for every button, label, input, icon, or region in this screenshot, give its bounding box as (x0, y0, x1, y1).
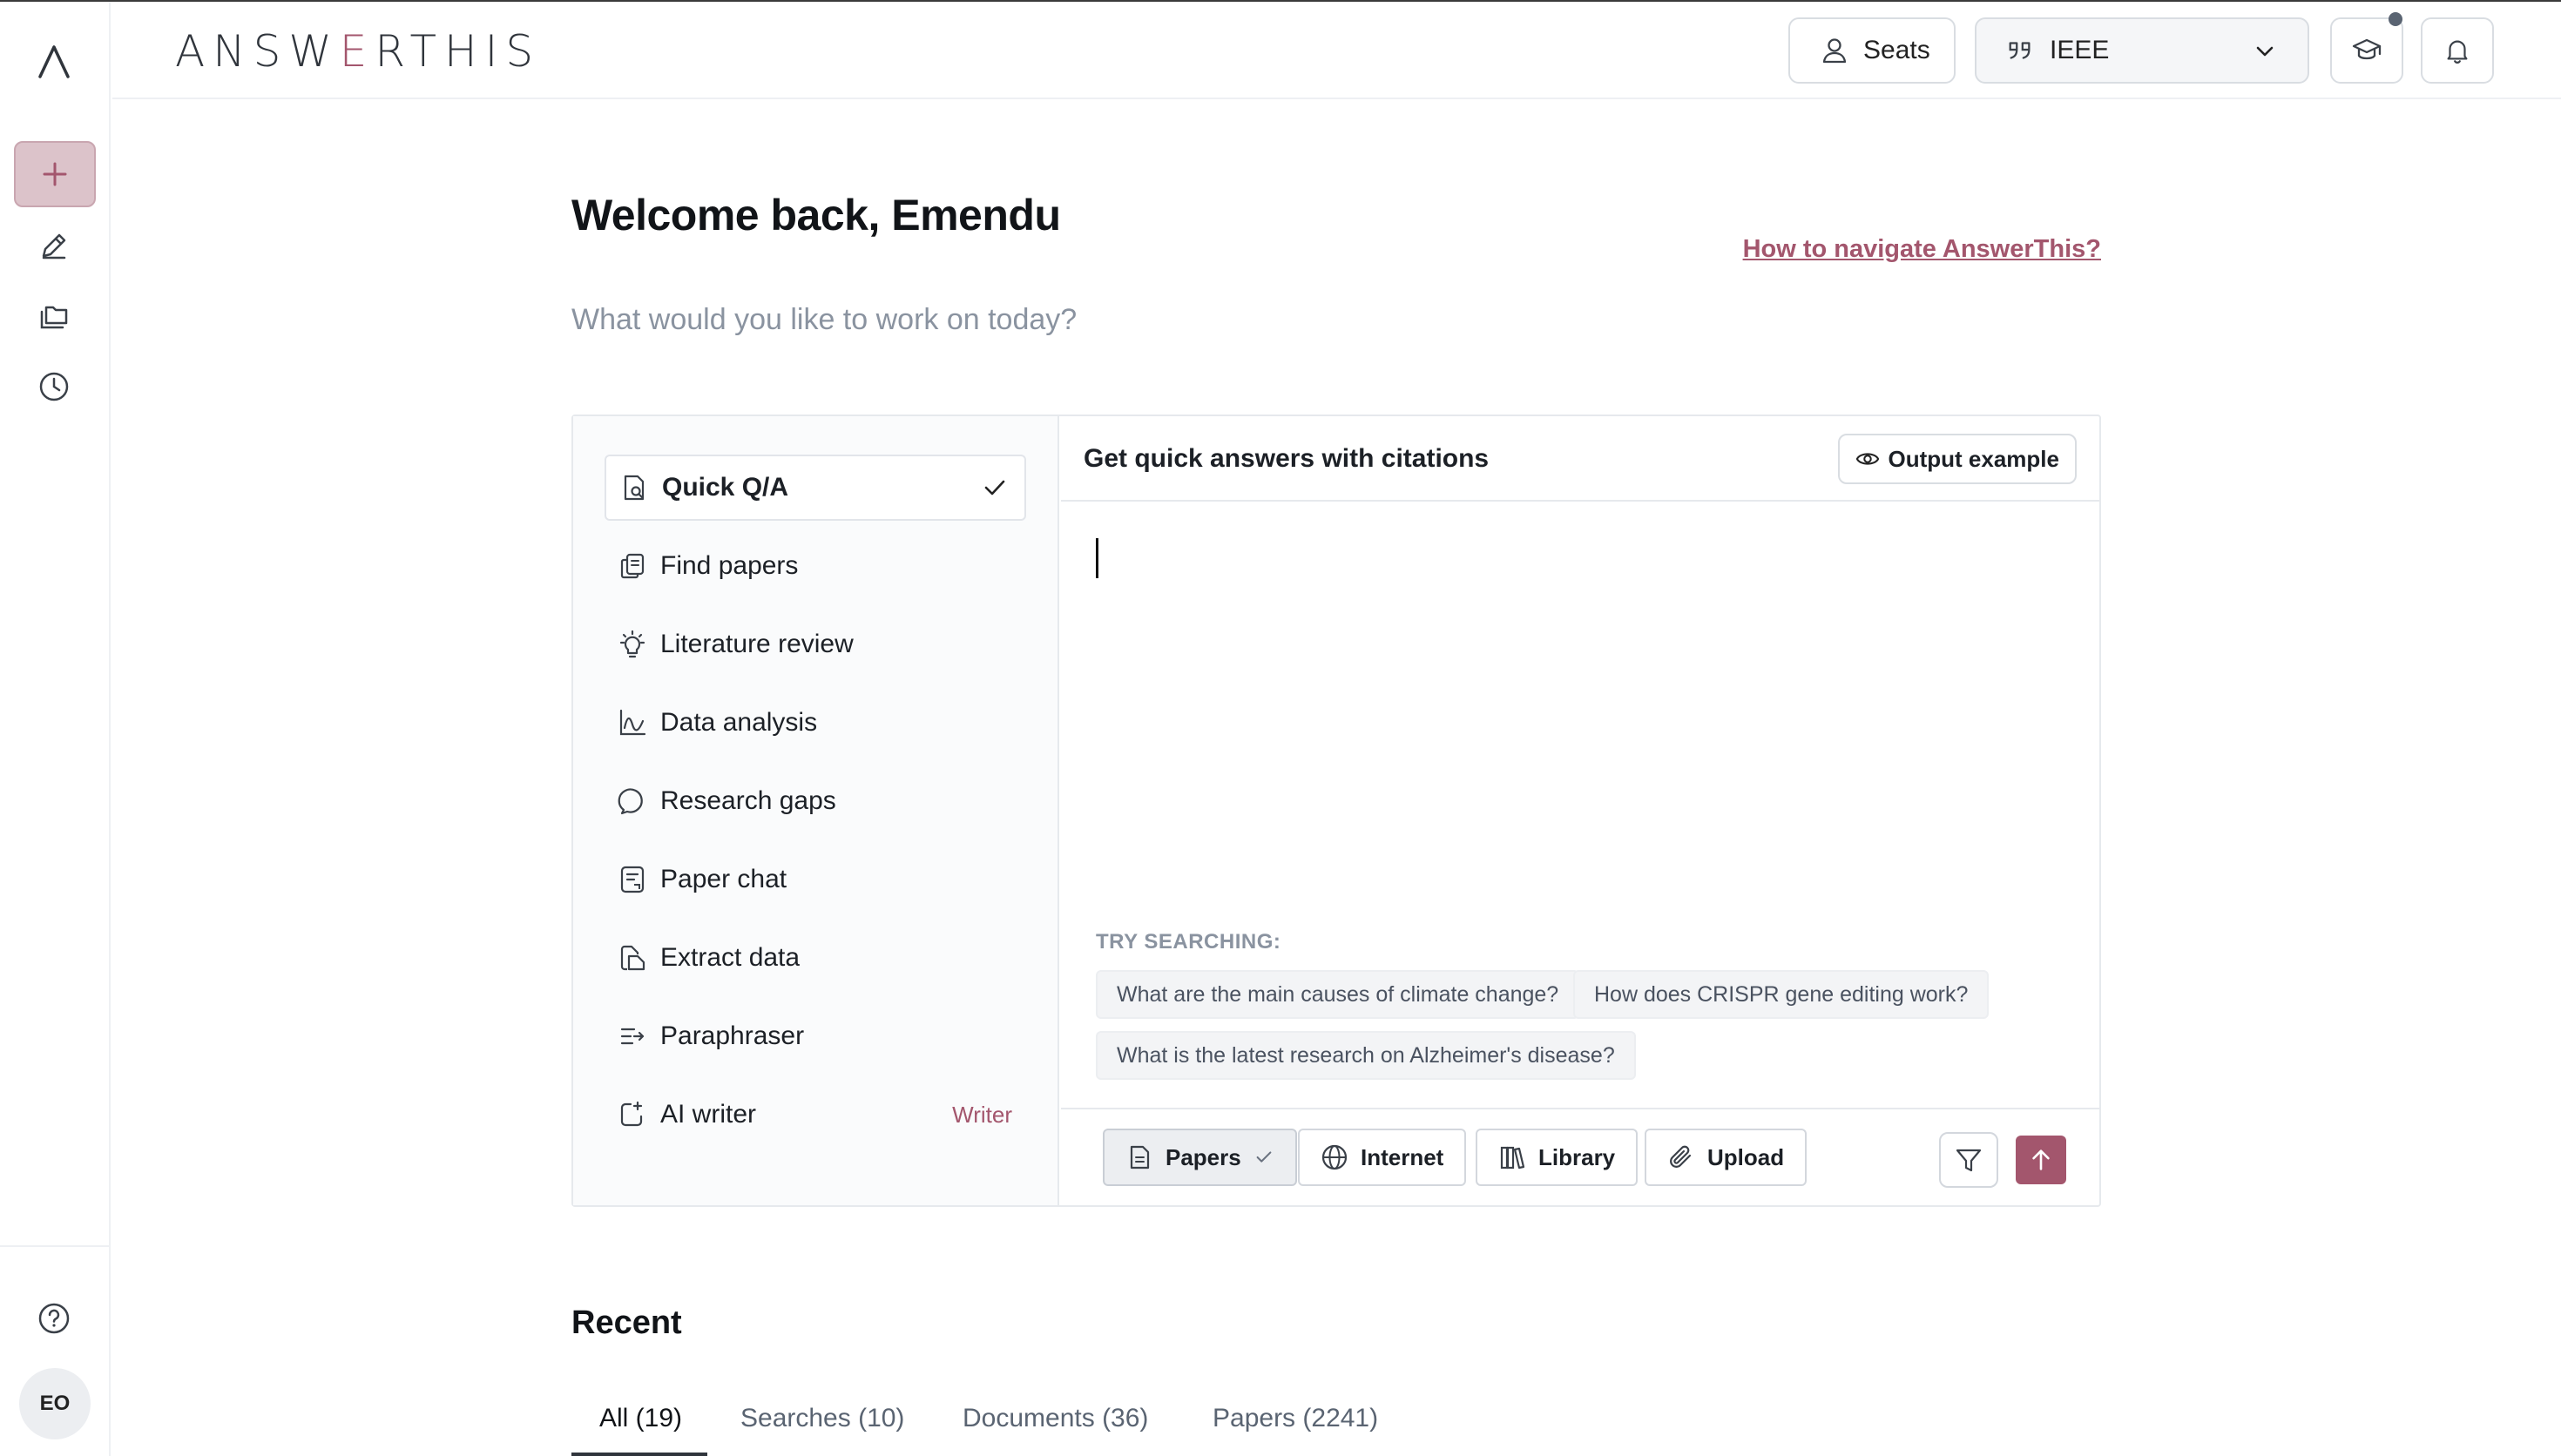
menu-item-label: Find papers (660, 551, 799, 580)
query-panel: Get quick answers with citations Output … (1061, 416, 2099, 1205)
menu-item-paper-chat[interactable]: Paper chat (605, 846, 1026, 913)
lightbulb-icon (619, 630, 645, 658)
top-header: ANSWERTHIS Seats IEEE (112, 2, 2561, 99)
avatar[interactable]: EO (19, 1368, 91, 1439)
panel-title: Get quick answers with citations (1084, 444, 1490, 473)
source-papers-toggle[interactable]: Papers (1103, 1129, 1297, 1186)
source-toolbar: Papers Internet Library Upload (1061, 1108, 2099, 1205)
source-label: Papers (1166, 1143, 1241, 1170)
output-example-label: Output example (1888, 445, 2059, 472)
filter-icon (1956, 1149, 1982, 1172)
menu-item-label: AI writer (660, 1100, 757, 1129)
library-icon (1500, 1146, 1525, 1170)
check-icon (1256, 1151, 1272, 1163)
menu-item-label: Quick Q/A (662, 473, 789, 502)
submit-button[interactable] (2016, 1136, 2066, 1184)
globe-icon (1321, 1144, 1348, 1170)
brand-prefix: ANSW (175, 26, 340, 77)
source-label: Internet (1361, 1143, 1444, 1170)
menu-item-label: Extract data (660, 943, 801, 972)
writer-tag: Writer (952, 1101, 1012, 1128)
recent-heading: Recent (571, 1304, 682, 1341)
user-icon (1822, 38, 1847, 64)
menu-item-find-papers[interactable]: Find papers (605, 533, 1026, 599)
menu-item-ai-writer[interactable]: AI writer Writer (605, 1082, 1026, 1148)
menu-item-label: Paper chat (660, 865, 787, 893)
tab-all[interactable]: All (19) (599, 1404, 682, 1433)
help-icon[interactable] (35, 1299, 73, 1338)
panel-header: Get quick answers with citations Output … (1061, 416, 2099, 502)
source-internet-toggle[interactable]: Internet (1298, 1129, 1467, 1186)
speech-bubble-icon (618, 788, 643, 815)
page-subtitle: What would you like to work on today? (571, 303, 1078, 336)
new-button[interactable] (14, 141, 96, 207)
academy-button[interactable] (2330, 17, 2403, 84)
upload-button[interactable]: Upload (1645, 1129, 1808, 1186)
paper-chat-icon (620, 866, 645, 893)
chart-icon (619, 709, 646, 736)
citation-style-select[interactable]: IEEE (1975, 17, 2309, 84)
output-example-button[interactable]: Output example (1837, 434, 2077, 484)
menu-item-label: Data analysis (660, 708, 818, 737)
clock-icon[interactable] (35, 367, 73, 406)
tab-searches[interactable]: Searches (10) (740, 1404, 904, 1433)
brand-logo[interactable]: ANSWERTHIS (175, 26, 541, 77)
seats-button[interactable]: Seats (1788, 17, 1956, 84)
filter-button[interactable] (1939, 1132, 1998, 1188)
extract-icon (620, 945, 645, 971)
logo-icon[interactable] (33, 40, 75, 82)
tool-menu: Quick Q/A Find papers Literature review … (573, 416, 1059, 1205)
brand-accent: E (339, 26, 375, 77)
source-label: Upload (1707, 1143, 1785, 1170)
papers-icon (1130, 1145, 1150, 1170)
menu-item-paraphraser[interactable]: Paraphraser (605, 1003, 1026, 1069)
paraphrase-icon (620, 1028, 645, 1045)
suggestion-chip[interactable]: What are the main causes of climate chan… (1096, 970, 1580, 1019)
source-library-toggle[interactable]: Library (1476, 1129, 1639, 1186)
find-papers-icon (620, 553, 645, 579)
tab-documents[interactable]: Documents (36) (963, 1404, 1148, 1433)
graduation-cap-icon (2352, 38, 2382, 60)
brand-suffix: RTHIS (375, 26, 542, 77)
menu-item-extract-data[interactable]: Extract data (605, 925, 1026, 991)
menu-item-label: Literature review (660, 630, 854, 658)
citation-style-value: IEEE (2050, 36, 2110, 64)
notifications-button[interactable] (2421, 17, 2494, 84)
bell-icon (2447, 40, 2468, 64)
pen-icon[interactable] (35, 226, 73, 265)
menu-item-label: Paraphraser (660, 1021, 805, 1050)
left-rail: EO (0, 2, 111, 1456)
try-searching-label: TRY SEARCHING: (1096, 930, 1281, 954)
source-label: Library (1538, 1143, 1616, 1170)
ai-writer-icon (620, 1101, 643, 1127)
rail-divider (0, 1245, 111, 1247)
check-icon (984, 480, 1005, 495)
seats-label: Seats (1863, 36, 1930, 64)
folders-icon[interactable] (35, 298, 73, 336)
paperclip-icon (1670, 1145, 1692, 1168)
query-input[interactable] (1096, 538, 1098, 578)
menu-item-research-gaps[interactable]: Research gaps (605, 768, 1026, 834)
suggestion-chip[interactable]: What is the latest research on Alzheimer… (1096, 1031, 1636, 1080)
page-title: Welcome back, Emendu (571, 191, 1061, 239)
plus-icon (43, 162, 67, 186)
recent-tabs: All (19) Searches (10) Documents (36) Pa… (571, 1383, 2101, 1456)
tool-card: Quick Q/A Find papers Literature review … (571, 415, 2101, 1207)
suggestion-chip[interactable]: How does CRISPR gene editing work? (1573, 970, 1990, 1019)
eye-icon (1855, 453, 1879, 465)
active-tab-indicator (571, 1453, 707, 1456)
notification-dot (2389, 12, 2402, 26)
menu-item-data-analysis[interactable]: Data analysis (605, 690, 1026, 756)
help-link[interactable]: How to navigate AnswerThis? (1743, 235, 2101, 264)
menu-item-label: Research gaps (660, 786, 836, 815)
quote-icon (2009, 42, 2031, 59)
quick-qa-icon (624, 475, 645, 501)
arrow-up-icon (2032, 1149, 2050, 1170)
avatar-initials: EO (39, 1392, 71, 1415)
tab-papers[interactable]: Papers (2241) (1213, 1404, 1378, 1433)
menu-item-quick-qa[interactable]: Quick Q/A (605, 455, 1026, 521)
menu-item-literature-review[interactable]: Literature review (605, 611, 1026, 677)
chevron-down-icon (2256, 46, 2274, 57)
